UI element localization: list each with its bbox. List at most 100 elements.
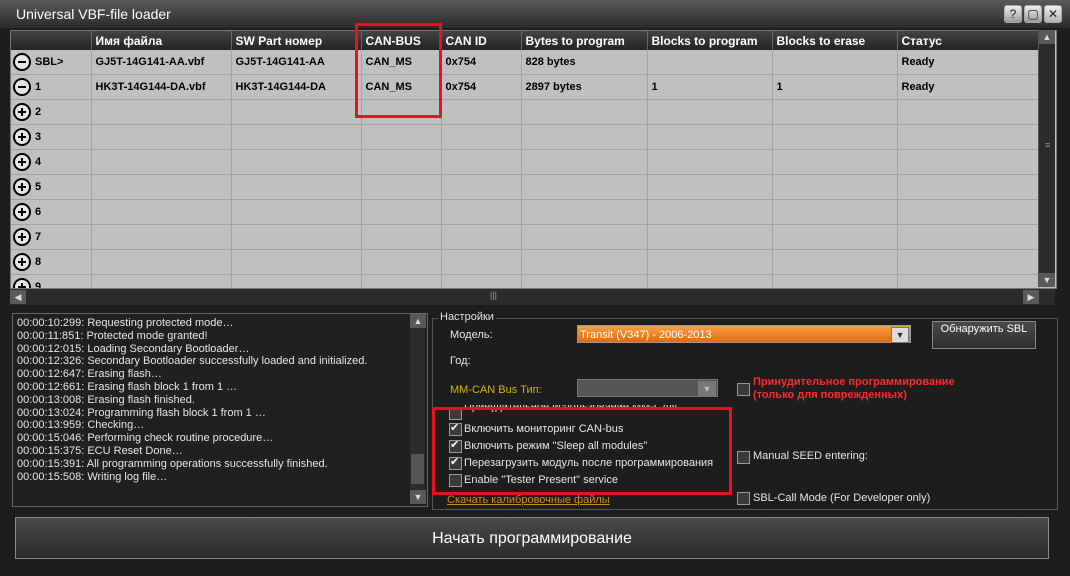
row-header-cell[interactable]: 5: [11, 174, 92, 200]
col-header-blocks-erase[interactable]: Blocks to erase: [772, 31, 898, 50]
row-header-cell[interactable]: 7: [11, 224, 92, 250]
model-select[interactable]: Transit (V347) - 2006-2013 ▼: [577, 325, 911, 343]
forced-program-checkbox[interactable]: [737, 383, 750, 396]
log-scroll-up-icon[interactable]: ▲: [410, 314, 426, 328]
expand-plus-icon[interactable]: [13, 203, 31, 221]
row-header-cell[interactable]: 8: [11, 249, 92, 275]
year-label: Год:: [450, 355, 471, 367]
bytes-cell: [521, 149, 648, 175]
grid-horizontal-scrollbar[interactable]: ◀ ||| ▶: [10, 289, 1055, 305]
scroll-right-icon[interactable]: ▶: [1023, 290, 1039, 304]
chevron-down-icon[interactable]: ▼: [698, 381, 716, 397]
expand-plus-icon[interactable]: [13, 178, 31, 196]
grid-vertical-scrollbar[interactable]: ▲ ≡ ▼: [1038, 30, 1055, 287]
row-header-cell[interactable]: 2: [11, 99, 92, 125]
status-cell: Ready: [897, 74, 1040, 100]
table-row[interactable]: 7: [11, 224, 1040, 250]
bus-type-select[interactable]: ▼: [577, 379, 718, 397]
manual-seed-checkbox[interactable]: [737, 451, 750, 464]
expand-plus-icon[interactable]: [13, 153, 31, 171]
expand-plus-icon[interactable]: [13, 103, 31, 121]
log-line: 00:00:15:046: Performing check routine p…: [17, 432, 274, 445]
row-label: 4: [35, 156, 42, 168]
blocks-program-cell: [647, 249, 773, 275]
log-scroll-thumb[interactable]: [411, 454, 424, 484]
collapse-minus-icon[interactable]: [13, 53, 31, 71]
help-button[interactable]: ?: [1004, 5, 1022, 23]
expand-plus-icon[interactable]: [13, 228, 31, 246]
file-cell: HK3T-14G144-DA.vbf: [91, 74, 232, 100]
scroll-up-icon[interactable]: ▲: [1039, 30, 1055, 44]
sw-part-cell: [231, 199, 362, 225]
table-header-row: Имя файла SW Part номер CAN-BUS CAN ID B…: [11, 31, 1040, 50]
row-header-cell[interactable]: 4: [11, 149, 92, 175]
table-row[interactable]: 6: [11, 199, 1040, 225]
row-header-cell[interactable]: SBL>: [11, 50, 92, 75]
blocks-program-cell: [647, 199, 773, 225]
scroll-grip-icon[interactable]: ≡: [1045, 140, 1050, 150]
file-cell: [91, 249, 232, 275]
maximize-button[interactable]: ▢: [1024, 5, 1042, 23]
file-grid: Имя файла SW Part номер CAN-BUS CAN ID B…: [10, 30, 1057, 289]
table-row[interactable]: 1 HK3T-14G144-DA.vbf HK3T-14G144-DA CAN_MS 0…: [11, 74, 1040, 100]
sw-part-cell: [231, 224, 362, 250]
scroll-left-icon[interactable]: ◀: [10, 290, 26, 304]
sw-part-cell: [231, 124, 362, 150]
col-header-bytes[interactable]: Bytes to program: [521, 31, 648, 50]
status-cell: [897, 99, 1040, 125]
expand-plus-icon[interactable]: [13, 253, 31, 271]
log-line: 00:00:11:851: Protected mode granted!: [17, 329, 208, 342]
log-scrollbar[interactable]: ▲ ▼: [410, 314, 426, 504]
table-row[interactable]: 3: [11, 124, 1040, 150]
sbl-call-label: SBL-Call Mode (For Developer only): [753, 492, 931, 504]
col-header-sw-part[interactable]: SW Part номер: [231, 31, 362, 50]
table-row[interactable]: 9: [11, 274, 1040, 288]
can-id-cell: 0x754: [441, 74, 522, 100]
col-header-row[interactable]: [11, 31, 92, 50]
table-row[interactable]: SBL> GJ5T-14G141-AA.vbf GJ5T-14G141-AA CAN_…: [11, 50, 1040, 75]
table-row[interactable]: 4: [11, 149, 1040, 175]
bytes-cell: [521, 224, 648, 250]
log-line: 00:00:10:299: Requesting protected mode…: [17, 317, 234, 329]
blocks-program-cell: [647, 174, 773, 200]
log-line: 00:00:12:015: Loading Secondary Bootload…: [17, 342, 250, 355]
close-button[interactable]: ✕: [1044, 5, 1062, 23]
row-label: 6: [35, 206, 42, 218]
can-bus-cell: [361, 249, 442, 275]
row-label: 2: [35, 106, 42, 118]
col-header-blocks-program[interactable]: Blocks to program: [647, 31, 773, 50]
start-programming-button[interactable]: Начать программирование: [15, 517, 1049, 559]
row-header-cell[interactable]: 1: [11, 74, 92, 100]
sw-part-cell: GJ5T-14G141-AA: [231, 50, 362, 75]
col-header-status[interactable]: Статус: [897, 31, 1040, 50]
table-row[interactable]: 5: [11, 174, 1040, 200]
bytes-cell: [521, 124, 648, 150]
table-row[interactable]: 8: [11, 249, 1040, 275]
file-cell: [91, 124, 232, 150]
model-label: Модель:: [450, 329, 493, 341]
bytes-cell: 828 bytes: [521, 50, 648, 75]
log-line: 00:00:12:647: Erasing flash…: [17, 368, 162, 381]
col-header-file[interactable]: Имя файла: [91, 31, 232, 50]
annotation-box-options: [432, 407, 732, 495]
download-calibration-link[interactable]: Скачать калибровочные файлы: [447, 494, 610, 506]
collapse-minus-icon[interactable]: [13, 78, 31, 96]
log-scroll-down-icon[interactable]: ▼: [410, 490, 426, 504]
row-label: 5: [35, 181, 42, 193]
row-label: 1: [35, 81, 42, 93]
row-header-cell[interactable]: 6: [11, 199, 92, 225]
hscroll-grip-icon[interactable]: |||: [490, 290, 497, 300]
model-value: Transit (V347) - 2006-2013: [580, 329, 712, 341]
scroll-down-icon[interactable]: ▼: [1039, 273, 1055, 287]
col-header-can-id[interactable]: CAN ID: [441, 31, 522, 50]
row-header-cell[interactable]: 3: [11, 124, 92, 150]
file-cell: [91, 149, 232, 175]
settings-title: Настройки: [438, 311, 496, 323]
table-row[interactable]: 2: [11, 99, 1040, 125]
chevron-down-icon[interactable]: ▼: [891, 327, 909, 343]
row-header-cell[interactable]: 9: [11, 274, 92, 288]
expand-plus-icon[interactable]: [13, 128, 31, 146]
expand-plus-icon[interactable]: [13, 278, 31, 288]
sbl-call-checkbox[interactable]: [737, 492, 750, 505]
detect-sbl-button[interactable]: Обнаружить SBL: [932, 321, 1036, 349]
